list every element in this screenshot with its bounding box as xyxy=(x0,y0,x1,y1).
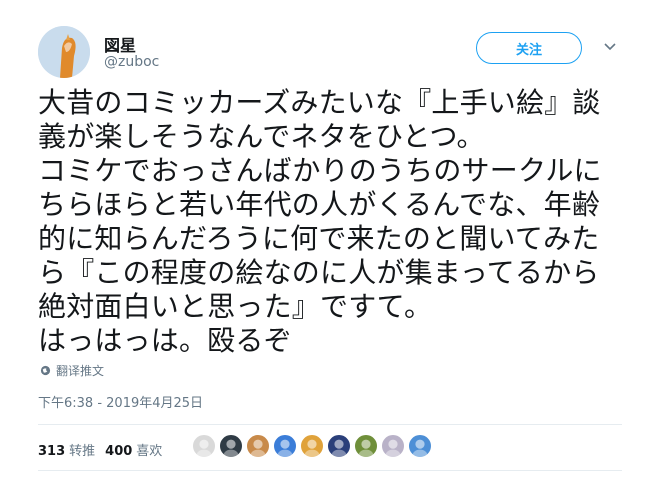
retweets-count: 313 xyxy=(38,444,66,459)
likes-label: 喜欢 xyxy=(136,444,163,459)
liker-avatar-3[interactable] xyxy=(246,434,270,458)
tweet-stats: 313 转推 400 喜欢 xyxy=(38,440,162,459)
liker-avatars xyxy=(192,434,432,458)
likes-stat[interactable]: 400 喜欢 xyxy=(105,440,162,459)
divider xyxy=(38,470,622,471)
liker-avatar-2[interactable] xyxy=(219,434,243,458)
tweet-line: 大昔のコミッカーズみたいな『上手い絵』談 xyxy=(38,86,601,119)
tweet-line: 絶対面白いと思った』ですて。 xyxy=(38,290,433,323)
tweet-line: ら『この程度の絵なのに人が集まってるから xyxy=(38,256,600,289)
likes-count: 400 xyxy=(105,444,133,459)
tweet-line: コミケでおっさんばかりのうちのサークルに xyxy=(38,154,602,187)
chevron-down-icon[interactable] xyxy=(604,42,616,52)
follow-button[interactable]: 关注 xyxy=(476,32,582,64)
liker-avatar-7[interactable] xyxy=(354,434,378,458)
liker-avatar-4[interactable] xyxy=(273,434,297,458)
display-name[interactable]: 図星 xyxy=(104,32,136,56)
tweet-text: 大昔のコミッカーズみたいな『上手い絵』談 義が楽しそうなんでネタをひとつ。 コミ… xyxy=(38,86,638,358)
user-handle[interactable]: @zuboc xyxy=(104,54,159,70)
liker-avatar-6[interactable] xyxy=(327,434,351,458)
liker-avatar-5[interactable] xyxy=(300,434,324,458)
divider xyxy=(38,424,622,425)
retweets-stat[interactable]: 313 转推 xyxy=(38,440,95,459)
tweet-line: はっはっは。殴るぞ xyxy=(38,324,292,357)
retweets-label: 转推 xyxy=(69,444,96,459)
tweet-line: 義が楽しそうなんでネタをひとつ。 xyxy=(38,120,485,153)
liker-avatar-9[interactable] xyxy=(408,434,432,458)
avatar[interactable] xyxy=(38,26,90,78)
translate-label: 翻译推文 xyxy=(56,364,105,378)
liker-avatar-8[interactable] xyxy=(381,434,405,458)
liker-avatar-1[interactable] xyxy=(192,434,216,458)
globe-icon xyxy=(40,365,51,376)
tweet-timestamp[interactable]: 下午6:38 - 2019年4月25日 xyxy=(38,392,203,411)
avatar-image xyxy=(38,26,90,78)
tweet-line: ちらほらと若い年代の人がくるんでな、年齢 xyxy=(38,188,601,221)
translate-tweet-link[interactable]: 翻译推文 xyxy=(40,362,104,379)
tweet-line: 的に知らんだろうに何で来たのと聞いてみた xyxy=(38,222,600,255)
